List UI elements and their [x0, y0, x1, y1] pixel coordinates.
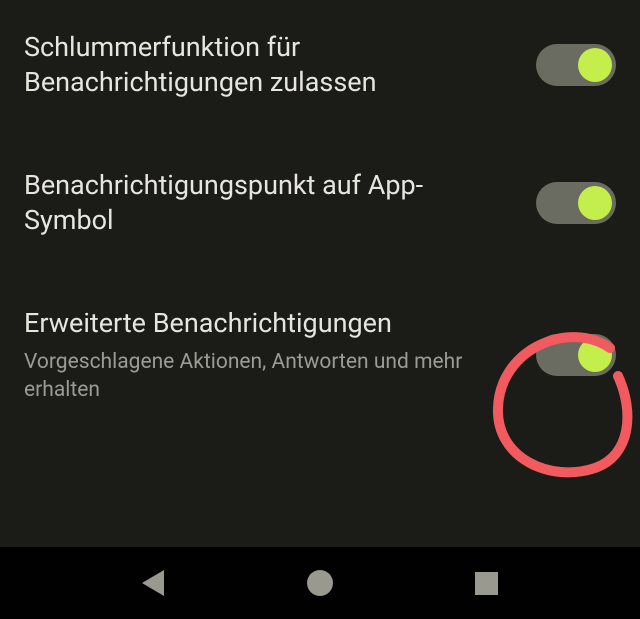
- nav-home-button[interactable]: [290, 553, 350, 613]
- setting-title: Benachrichtigungspunkt auf App-Symbol: [24, 168, 512, 238]
- setting-row-badge[interactable]: Benachrichtigungspunkt auf App-Symbol: [24, 140, 616, 278]
- settings-list: Schlummerfunktion für Benachrichtigungen…: [0, 0, 640, 432]
- setting-row-snooze[interactable]: Schlummerfunktion für Benachrichtigungen…: [24, 0, 616, 140]
- setting-text: Schlummerfunktion für Benachrichtigungen…: [24, 30, 512, 100]
- setting-text: Erweiterte Benachrichtigungen Vorgeschla…: [24, 306, 512, 404]
- toggle-enhanced[interactable]: [536, 334, 616, 376]
- toggle-knob: [578, 338, 612, 372]
- setting-title: Erweiterte Benachrichtigungen: [24, 306, 512, 341]
- recent-icon: [475, 572, 498, 595]
- navigation-bar: [0, 547, 640, 619]
- back-icon: [142, 570, 164, 596]
- toggle-knob: [578, 186, 612, 220]
- setting-row-enhanced[interactable]: Erweiterte Benachrichtigungen Vorgeschla…: [24, 278, 616, 432]
- setting-text: Benachrichtigungspunkt auf App-Symbol: [24, 168, 512, 238]
- nav-recent-button[interactable]: [457, 553, 517, 613]
- toggle-snooze[interactable]: [536, 44, 616, 86]
- toggle-knob: [578, 48, 612, 82]
- nav-back-button[interactable]: [123, 553, 183, 613]
- toggle-badge[interactable]: [536, 182, 616, 224]
- setting-title: Schlummerfunktion für Benachrichtigungen…: [24, 30, 512, 100]
- setting-subtitle: Vorgeschlagene Aktionen, Antworten und m…: [24, 349, 512, 404]
- home-icon: [307, 570, 333, 596]
